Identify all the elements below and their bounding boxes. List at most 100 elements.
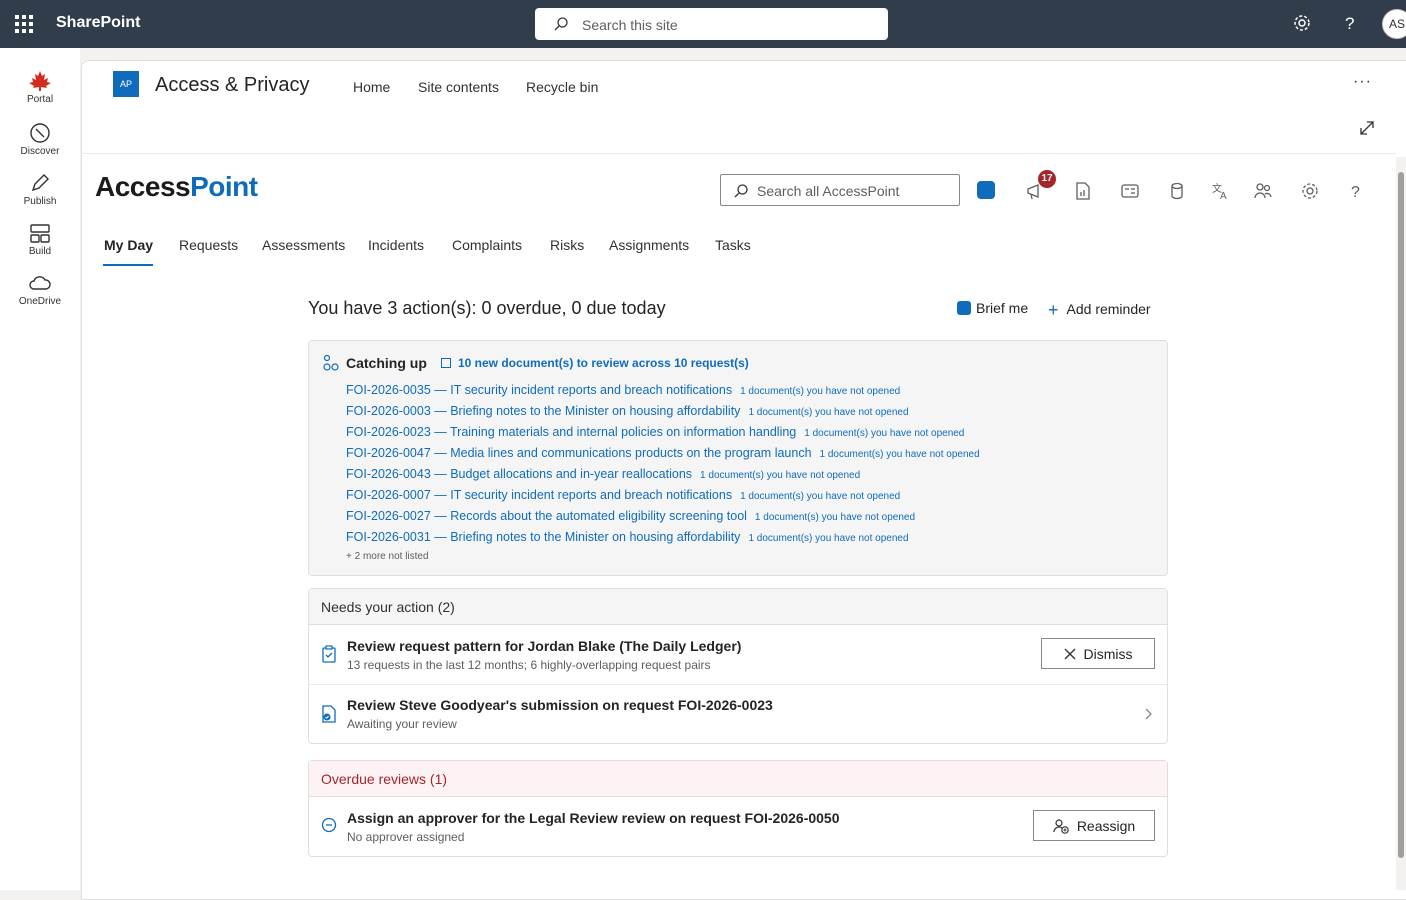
close-icon (1064, 648, 1075, 659)
suite-header: SharePoint Search this site ? AS (0, 0, 1406, 48)
site-title[interactable]: Access & Privacy (155, 74, 309, 97)
rail-label: OneDrive (18, 296, 62, 307)
svg-text:?: ? (1345, 14, 1354, 33)
reassign-button[interactable]: Reassign (1033, 810, 1155, 841)
tab-assessments[interactable]: Assessments (262, 237, 345, 253)
compass-icon (30, 123, 50, 143)
gear-icon[interactable] (1292, 13, 1312, 33)
expand-icon[interactable] (1359, 120, 1375, 136)
app-bar: Portal Discover Publish Build OneDrive (0, 48, 80, 890)
tab-assignments[interactable]: Assignments (609, 237, 689, 253)
actions-summary: You have 3 action(s): 0 overdue, 0 due t… (308, 298, 666, 318)
request-title: FOI-2026-0043 — Budget allocations and i… (346, 467, 693, 481)
document-check-icon (322, 705, 336, 723)
request-title: FOI-2026-0035 — IT security incident rep… (346, 383, 733, 397)
new-documents-link[interactable]: 10 new document(s) to review across 10 r… (441, 356, 749, 370)
rail-item-portal[interactable]: Portal (0, 70, 80, 105)
request-title: FOI-2026-0031 — Briefing notes to the Mi… (346, 530, 741, 544)
waffle-icon[interactable] (15, 15, 33, 33)
chevron-right-icon[interactable] (1143, 707, 1153, 721)
tab-requests[interactable]: Requests (179, 237, 238, 253)
rail-label: Discover (20, 146, 60, 157)
rail-item-publish[interactable]: Publish (0, 172, 80, 207)
add-reminder-label: Add reminder (1066, 301, 1151, 317)
help-icon[interactable]: ? (1349, 181, 1365, 201)
request-title: FOI-2026-0047 — Media lines and communic… (346, 446, 812, 460)
rail-item-onedrive[interactable]: OneDrive (0, 272, 80, 307)
catching-up-icon (323, 354, 339, 371)
action-subtitle: Awaiting your review (347, 717, 457, 731)
search-icon (554, 17, 568, 31)
tab-tasks[interactable]: Tasks (715, 237, 751, 253)
catchup-request-link[interactable]: FOI-2026-0023 — Training materials and i… (346, 425, 964, 439)
catchup-request-link[interactable]: FOI-2026-0035 — IT security incident rep… (346, 383, 900, 397)
unopened-note: 1 document(s) you have not opened (754, 512, 916, 523)
database-icon[interactable] (1168, 181, 1186, 201)
contact-card-icon[interactable] (1120, 181, 1140, 201)
logo-part-b: Point (190, 171, 258, 202)
add-reminder-button[interactable]: + Add reminder (1048, 300, 1151, 321)
accesspoint-search-input[interactable]: Search all AccessPoint (720, 174, 960, 206)
book-icon (441, 358, 451, 368)
dismiss-button[interactable]: Dismiss (1041, 638, 1155, 669)
copilot-chat-icon[interactable] (977, 181, 995, 199)
rail-item-build[interactable]: Build (0, 222, 80, 257)
rail-label: Build (28, 246, 52, 257)
unopened-note: 1 document(s) you have not opened (748, 533, 909, 544)
brief-me-button[interactable]: Brief me (957, 300, 1028, 316)
people-icon[interactable] (1253, 181, 1273, 201)
tab-risks[interactable]: Risks (550, 237, 584, 253)
search-icon (734, 184, 748, 198)
tab-complaints[interactable]: Complaints (452, 237, 522, 253)
tab-incidents[interactable]: Incidents (368, 237, 424, 253)
action-subtitle: 13 requests in the last 12 months; 6 hig… (347, 658, 711, 672)
minus-circle-icon (321, 817, 337, 833)
request-title: FOI-2026-0007 — IT security incident rep… (346, 488, 733, 502)
person-add-icon (1053, 818, 1069, 834)
report-icon[interactable] (1074, 181, 1092, 201)
app-name[interactable]: SharePoint (56, 14, 140, 32)
unopened-note: 1 document(s) you have not opened (748, 407, 909, 418)
site-nav-site-contents[interactable]: Site contents (418, 79, 499, 95)
reassign-label: Reassign (1076, 817, 1136, 834)
catchup-request-link[interactable]: FOI-2026-0007 — IT security incident rep… (346, 488, 900, 502)
avatar[interactable]: AS (1382, 9, 1406, 39)
unopened-note: 1 document(s) you have not opened (819, 449, 980, 460)
help-icon[interactable]: ? (1340, 13, 1360, 33)
maple-leaf-icon (29, 71, 51, 91)
unopened-note: 1 document(s) you have not opened (804, 428, 965, 439)
catchup-request-link[interactable]: FOI-2026-0047 — Media lines and communic… (346, 446, 980, 460)
overdue-reviews-section: Overdue reviews (1) Assign an approver f… (308, 760, 1168, 857)
scrollbar-thumb[interactable] (1398, 172, 1404, 858)
tab-my-day[interactable]: My Day (104, 237, 153, 253)
settings-icon[interactable] (1300, 181, 1320, 201)
action-row[interactable]: Review request pattern for Jordan Blake … (309, 625, 1167, 685)
site-nav-recycle-bin[interactable]: Recycle bin (526, 79, 598, 95)
copilot-icon (957, 301, 971, 315)
site-logo[interactable]: AP (113, 71, 139, 97)
divider (81, 153, 1396, 154)
more-options-icon[interactable]: ··· (1353, 73, 1372, 91)
catching-up-title: Catching up (346, 355, 427, 371)
translate-icon[interactable]: 文A (1211, 181, 1231, 201)
search-placeholder: Search this site (582, 17, 678, 33)
accesspoint-logo: AccessPoint (95, 171, 258, 203)
site-search-input[interactable]: Search this site (535, 8, 888, 40)
site-nav-home[interactable]: Home (353, 79, 390, 95)
catchup-request-link[interactable]: FOI-2026-0043 — Budget allocations and i… (346, 467, 860, 481)
needs-action-section: Needs your action (2) Review request pat… (308, 588, 1168, 744)
rail-item-discover[interactable]: Discover (0, 122, 80, 157)
unopened-note: 1 document(s) you have not opened (740, 491, 901, 502)
catchup-request-link[interactable]: FOI-2026-0031 — Briefing notes to the Mi… (346, 530, 909, 544)
catchup-request-link[interactable]: FOI-2026-0027 — Records about the automa… (346, 509, 915, 523)
active-tab-indicator (103, 264, 153, 266)
svg-text:?: ? (1351, 184, 1360, 201)
new-documents-label: 10 new document(s) to review across 10 r… (458, 356, 749, 370)
clipboard-check-icon (322, 645, 336, 663)
cloud-icon (29, 276, 51, 290)
overdue-row[interactable]: Assign an approver for the Legal Review … (309, 797, 1167, 856)
action-row[interactable]: Review Steve Goodyear's submission on re… (309, 685, 1167, 743)
unopened-note: 1 document(s) you have not opened (700, 470, 861, 481)
request-title: FOI-2026-0003 — Briefing notes to the Mi… (346, 404, 741, 418)
catchup-request-link[interactable]: FOI-2026-0003 — Briefing notes to the Mi… (346, 404, 909, 418)
